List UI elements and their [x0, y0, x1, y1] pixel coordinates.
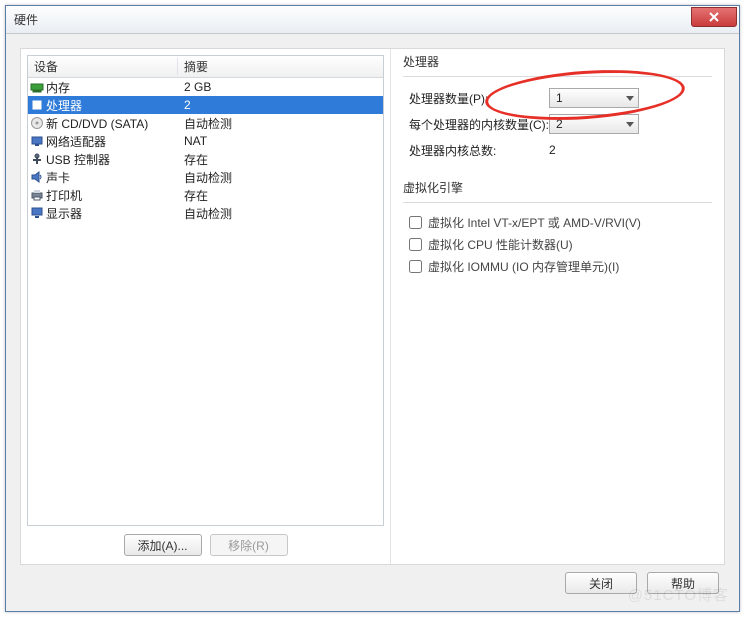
window-close-button[interactable]	[691, 7, 737, 27]
add-hardware-button[interactable]: 添加(A)...	[124, 534, 202, 556]
row-cores-per: 每个处理器的内核数量(C): 2	[409, 111, 710, 137]
network-icon	[28, 134, 46, 148]
hardware-row-printer[interactable]: 打印机存在	[28, 186, 383, 204]
cd-icon	[28, 116, 46, 130]
checkbox-virt-iommu-label: 虚拟化 IOMMU (IO 内存管理单元)(I)	[428, 258, 619, 275]
chevron-down-icon	[626, 96, 634, 101]
printer-icon	[28, 188, 46, 202]
device-name: 新 CD/DVD (SATA)	[46, 115, 178, 132]
titlebar: 硬件	[6, 6, 739, 34]
checkbox-virt-perf-input[interactable]	[409, 238, 422, 251]
virtualization-group-title: 虚拟化引擎	[403, 179, 712, 196]
processors-group-title: 处理器	[403, 53, 712, 70]
window-title: 硬件	[14, 11, 38, 28]
value-total-cores: 2	[549, 143, 710, 157]
device-summary: 2 GB	[178, 80, 383, 94]
checkbox-virt-vt[interactable]: 虚拟化 Intel VT-x/EPT 或 AMD-V/RVI(V)	[409, 211, 710, 233]
label-total-cores: 处理器内核总数:	[409, 142, 549, 159]
device-summary: 自动检测	[178, 115, 383, 132]
hardware-buttons: 添加(A)... 移除(R)	[27, 526, 384, 556]
virtualization-group: 虚拟化引擎 虚拟化 Intel VT-x/EPT 或 AMD-V/RVI(V) …	[403, 179, 712, 277]
label-cores-per: 每个处理器的内核数量(C):	[409, 116, 549, 133]
device-summary: 存在	[178, 187, 383, 204]
col-device: 设备	[28, 58, 178, 75]
memory-icon	[28, 81, 46, 93]
device-name: 显示器	[46, 205, 178, 222]
close-icon	[708, 12, 720, 22]
dialog-footer: 关闭 帮助	[20, 565, 725, 601]
main-panel: 设备 摘要 内存2 GB处理器2新 CD/DVD (SATA)自动检测网络适配器…	[20, 48, 725, 565]
device-name: 打印机	[46, 187, 178, 204]
device-name: USB 控制器	[46, 151, 178, 168]
remove-hardware-button: 移除(R)	[210, 534, 288, 556]
device-name: 处理器	[46, 97, 178, 114]
checkbox-virt-vt-label: 虚拟化 Intel VT-x/EPT 或 AMD-V/RVI(V)	[428, 214, 641, 231]
hardware-list-pane: 设备 摘要 内存2 GB处理器2新 CD/DVD (SATA)自动检测网络适配器…	[21, 49, 391, 564]
device-name: 声卡	[46, 169, 178, 186]
hardware-row-usb[interactable]: USB 控制器存在	[28, 150, 383, 168]
checkbox-virt-vt-input[interactable]	[409, 216, 422, 229]
select-cores-per[interactable]: 2	[549, 114, 639, 134]
cpu-icon	[28, 98, 46, 112]
hardware-row-memory[interactable]: 内存2 GB	[28, 78, 383, 96]
row-total-cores: 处理器内核总数: 2	[409, 137, 710, 163]
hardware-row-network[interactable]: 网络适配器NAT	[28, 132, 383, 150]
col-summary: 摘要	[178, 58, 383, 75]
checkbox-virt-perf-label: 虚拟化 CPU 性能计数器(U)	[428, 236, 573, 253]
label-num-processors: 处理器数量(P):	[409, 90, 549, 107]
usb-icon	[28, 152, 46, 166]
hardware-table: 设备 摘要 内存2 GB处理器2新 CD/DVD (SATA)自动检测网络适配器…	[27, 55, 384, 526]
select-cores-per-value: 2	[556, 117, 563, 131]
display-icon	[28, 206, 46, 220]
device-summary: 存在	[178, 151, 383, 168]
processor-settings-pane: 处理器 处理器数量(P): 1 每个处理器的内核数量(C):	[391, 49, 724, 564]
device-name: 网络适配器	[46, 133, 178, 150]
device-name: 内存	[46, 79, 178, 96]
processors-group: 处理器 处理器数量(P): 1 每个处理器的内核数量(C):	[403, 53, 712, 163]
window-body: 设备 摘要 内存2 GB处理器2新 CD/DVD (SATA)自动检测网络适配器…	[6, 34, 739, 611]
select-num-processors[interactable]: 1	[549, 88, 639, 108]
device-summary: 自动检测	[178, 205, 383, 222]
hardware-row-sound[interactable]: 声卡自动检测	[28, 168, 383, 186]
close-button[interactable]: 关闭	[565, 572, 637, 594]
checkbox-virt-iommu[interactable]: 虚拟化 IOMMU (IO 内存管理单元)(I)	[409, 255, 710, 277]
hardware-row-cd[interactable]: 新 CD/DVD (SATA)自动检测	[28, 114, 383, 132]
help-button[interactable]: 帮助	[647, 572, 719, 594]
select-num-processors-value: 1	[556, 91, 563, 105]
row-num-processors: 处理器数量(P): 1	[409, 85, 710, 111]
device-summary: NAT	[178, 134, 383, 148]
device-summary: 2	[178, 98, 383, 112]
checkbox-virt-perf[interactable]: 虚拟化 CPU 性能计数器(U)	[409, 233, 710, 255]
hardware-rows: 内存2 GB处理器2新 CD/DVD (SATA)自动检测网络适配器NATUSB…	[28, 78, 383, 222]
checkbox-virt-iommu-input[interactable]	[409, 260, 422, 273]
hardware-settings-window: 硬件 设备 摘要 内存2 GB处理器2新 CD/DVD (SATA)自动检测网络…	[5, 5, 740, 612]
sound-icon	[28, 170, 46, 184]
device-summary: 自动检测	[178, 169, 383, 186]
hardware-table-header: 设备 摘要	[28, 56, 383, 78]
hardware-row-cpu[interactable]: 处理器2	[28, 96, 383, 114]
chevron-down-icon	[626, 122, 634, 127]
hardware-row-display[interactable]: 显示器自动检测	[28, 204, 383, 222]
